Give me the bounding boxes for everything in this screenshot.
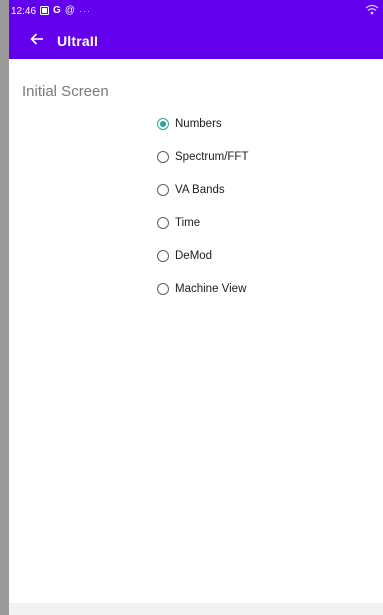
initial-screen-radio-group: Numbers Spectrum/FFT VA Bands Time DeMod… [157, 107, 248, 305]
option-label: DeMod [175, 249, 213, 262]
option-machine-view[interactable]: Machine View [157, 272, 248, 305]
option-label: Spectrum/FFT [175, 150, 249, 163]
option-demod[interactable]: DeMod [157, 239, 248, 272]
option-spectrum-fft[interactable]: Spectrum/FFT [157, 140, 248, 173]
google-icon: G [53, 5, 61, 16]
app-frame: 12:46 G @ ··· UltraII Initial Screen Num… [9, 0, 383, 615]
option-label: Numbers [175, 117, 222, 130]
arrow-left-icon [30, 32, 44, 50]
navigation-bar [9, 603, 383, 615]
radio-unchecked-icon[interactable] [157, 282, 169, 295]
radio-unchecked-icon[interactable] [157, 150, 169, 163]
sim-icon [40, 5, 50, 17]
app-title: UltraII [57, 32, 99, 49]
radio-unchecked-icon[interactable] [157, 216, 169, 229]
option-label: VA Bands [175, 183, 225, 196]
option-va-bands[interactable]: VA Bands [157, 173, 248, 206]
option-label: Time [175, 216, 201, 229]
section-title: Initial Screen [22, 83, 109, 100]
status-left: 12:46 G @ ··· [9, 5, 91, 17]
app-bar: UltraII [9, 22, 383, 59]
option-label: Machine View [175, 282, 247, 295]
at-icon: @ [64, 5, 75, 16]
option-time[interactable]: Time [157, 206, 248, 239]
wifi-icon [365, 3, 379, 17]
back-button[interactable] [19, 23, 55, 59]
status-overflow: ··· [78, 6, 91, 16]
radio-checked-icon[interactable] [157, 117, 169, 130]
status-time: 12:46 [11, 5, 37, 17]
option-numbers[interactable]: Numbers [157, 107, 248, 140]
radio-unchecked-icon[interactable] [157, 183, 169, 196]
radio-unchecked-icon[interactable] [157, 249, 169, 262]
status-bar: 12:46 G @ ··· [9, 0, 383, 22]
